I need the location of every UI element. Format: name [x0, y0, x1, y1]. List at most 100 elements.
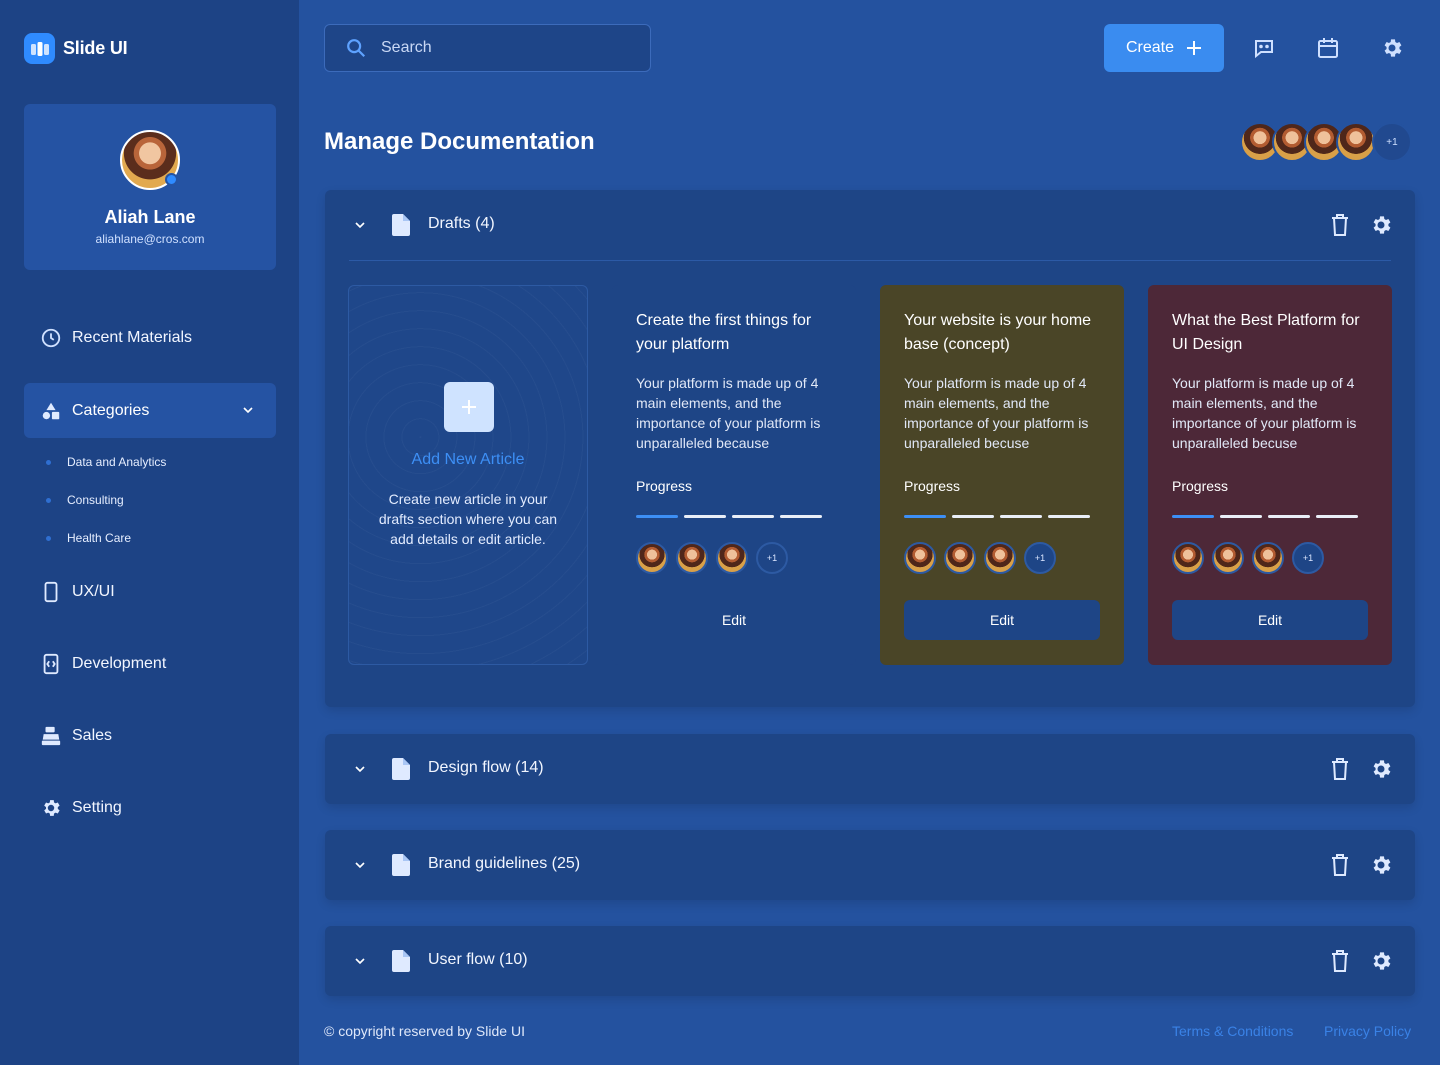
- section-header[interactable]: User flow (10): [325, 926, 1415, 996]
- search-placeholder: Search: [381, 39, 432, 56]
- gear-icon[interactable]: [1369, 853, 1393, 877]
- plus-icon: [1187, 41, 1202, 55]
- nav-label: Sales: [72, 727, 113, 744]
- brand-name: Slide UI: [63, 38, 128, 58]
- gear-icon[interactable]: [1369, 949, 1393, 973]
- edit-button[interactable]: Edit: [904, 600, 1100, 640]
- progress-label: Progress: [904, 478, 961, 494]
- trash-icon[interactable]: [1331, 758, 1349, 780]
- chevron-down-icon[interactable]: [352, 953, 368, 969]
- chevron-down-icon[interactable]: [352, 857, 368, 873]
- section-title: Design flow (14): [428, 759, 544, 776]
- brand[interactable]: Slide UI: [24, 33, 128, 64]
- search-icon: [347, 39, 366, 58]
- progress-step: [1220, 515, 1262, 518]
- avatar-more-badge[interactable]: +1: [756, 542, 788, 574]
- nav-uxui[interactable]: UX/UI: [40, 581, 115, 603]
- phone-icon: [44, 581, 58, 603]
- chevron-down-icon[interactable]: [352, 217, 368, 233]
- bullet-icon: [46, 459, 51, 465]
- avatar-more-badge[interactable]: +1: [1024, 542, 1056, 574]
- sub-item-label: Health Care: [67, 531, 132, 545]
- edit-button[interactable]: Edit: [1172, 600, 1368, 640]
- code-device-icon: [43, 653, 59, 675]
- card-title: Your website is your home base (concept): [904, 312, 1092, 353]
- section-title: Drafts (4): [428, 215, 495, 232]
- document-icon: [392, 758, 410, 780]
- avatar[interactable]: [1336, 122, 1376, 162]
- trash-icon[interactable]: [1331, 950, 1349, 972]
- chevron-down-icon[interactable]: [352, 761, 368, 777]
- nav-sales[interactable]: Sales: [40, 725, 112, 747]
- avatar[interactable]: [1252, 542, 1284, 574]
- avatar[interactable]: [716, 542, 748, 574]
- edit-button[interactable]: Edit: [636, 600, 832, 640]
- document-icon: [392, 854, 410, 876]
- progress-label: Progress: [636, 478, 693, 494]
- section-brand-guidelines: Brand guidelines (25): [325, 830, 1415, 900]
- section-header[interactable]: Drafts (4): [325, 190, 1415, 260]
- progress-step: [684, 515, 726, 518]
- search-input[interactable]: Search: [324, 24, 651, 72]
- gear-icon[interactable]: [1369, 757, 1393, 781]
- progress-bar: [636, 515, 822, 518]
- progress-step: [780, 515, 822, 518]
- card-avatars[interactable]: +1: [904, 542, 1056, 574]
- footer-copyright: © copyright reserved by Slide UI: [324, 1023, 525, 1039]
- section-design-flow: Design flow (14): [325, 734, 1415, 804]
- sub-item-health-care[interactable]: Health Care: [46, 531, 131, 545]
- terms-link[interactable]: Terms & Conditions: [1172, 1023, 1293, 1039]
- sidebar: Slide UI Aliah Lane aliahlane@cros.com R…: [0, 0, 299, 1065]
- avatar[interactable]: [944, 542, 976, 574]
- chevron-down-icon: [243, 407, 253, 414]
- sub-item-consulting[interactable]: Consulting: [46, 493, 124, 507]
- sub-item-data-analytics[interactable]: Data and Analytics: [46, 455, 166, 469]
- bullet-icon: [46, 535, 51, 541]
- slide-logo-icon: [24, 33, 55, 64]
- avatar-more-badge[interactable]: +1: [1372, 122, 1412, 162]
- card-avatars[interactable]: +1: [1172, 542, 1324, 574]
- add-article-card[interactable]: Add New Article Create new article in yo…: [348, 285, 588, 665]
- card-title: Create the first things for your platfor…: [636, 312, 812, 353]
- avatar[interactable]: [120, 130, 180, 190]
- progress-step: [1000, 515, 1042, 518]
- avatar[interactable]: [676, 542, 708, 574]
- article-card: Your website is your home base (concept)…: [880, 285, 1124, 665]
- chat-icon[interactable]: [1252, 36, 1276, 60]
- nav-recent-materials[interactable]: Recent Materials: [40, 327, 192, 349]
- team-avatars[interactable]: +1: [1240, 122, 1412, 162]
- progress-bar: [1172, 515, 1358, 518]
- document-icon: [392, 214, 410, 236]
- progress-bar: [904, 515, 1090, 518]
- gear-icon: [44, 800, 60, 816]
- nav-development[interactable]: Development: [40, 653, 166, 675]
- card-description: Your platform is made up of 4 main eleme…: [636, 375, 821, 451]
- trash-icon[interactable]: [1331, 854, 1349, 876]
- avatar[interactable]: [636, 542, 668, 574]
- privacy-link[interactable]: Privacy Policy: [1324, 1023, 1411, 1039]
- nav-setting[interactable]: Setting: [40, 797, 122, 819]
- profile-card: Aliah Lane aliahlane@cros.com: [24, 104, 276, 270]
- section-header[interactable]: Design flow (14): [325, 734, 1415, 804]
- section-header[interactable]: Brand guidelines (25): [325, 830, 1415, 900]
- create-button[interactable]: Create: [1104, 24, 1224, 72]
- progress-step: [1316, 515, 1358, 518]
- clock-icon: [41, 328, 61, 348]
- nav-label: Setting: [72, 799, 122, 816]
- nav-categories[interactable]: Categories: [24, 383, 276, 438]
- calendar-icon[interactable]: [1316, 36, 1340, 60]
- gear-icon[interactable]: [1369, 213, 1393, 237]
- card-avatars[interactable]: +1: [636, 542, 788, 574]
- avatar[interactable]: [904, 542, 936, 574]
- article-card: Create the first things for your platfor…: [612, 285, 856, 665]
- card-description: Your platform is made up of 4 main eleme…: [904, 375, 1089, 451]
- avatar-more-badge[interactable]: +1: [1292, 542, 1324, 574]
- add-article-title[interactable]: Add New Article: [349, 451, 587, 469]
- add-article-button[interactable]: [444, 382, 494, 432]
- settings-gear-icon[interactable]: [1380, 36, 1404, 60]
- add-article-description: Create new article in your drafts sectio…: [378, 491, 558, 547]
- avatar[interactable]: [1212, 542, 1244, 574]
- trash-icon[interactable]: [1331, 214, 1349, 236]
- avatar[interactable]: [1172, 542, 1204, 574]
- avatar[interactable]: [984, 542, 1016, 574]
